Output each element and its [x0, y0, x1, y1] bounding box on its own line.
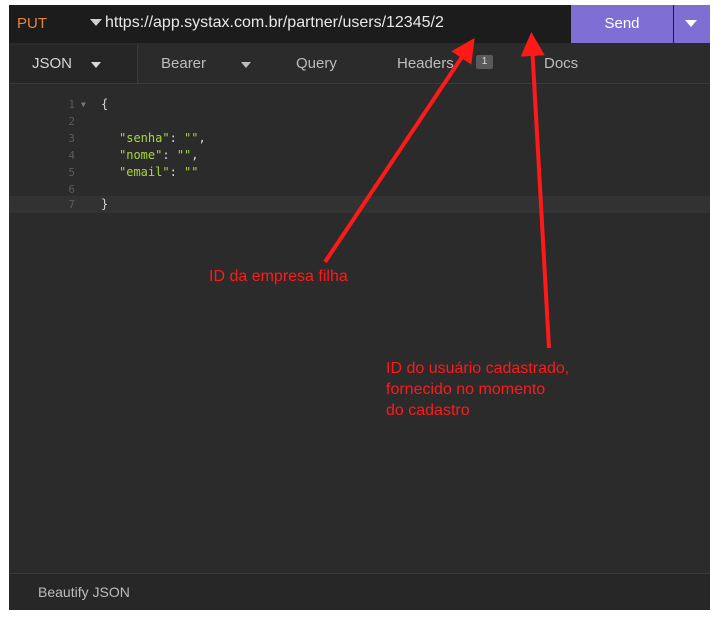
chevron-down-icon: [91, 62, 101, 68]
code-line: 4 "nome": "",: [9, 147, 710, 164]
json-comma: ,: [198, 131, 206, 145]
line-number: 1: [68, 98, 75, 111]
json-key: "senha": [119, 131, 170, 145]
fold-arrow-icon[interactable]: ▼: [81, 96, 86, 113]
send-options-button[interactable]: [674, 5, 710, 43]
tab-auth-bearer[interactable]: Bearer: [161, 45, 251, 83]
code-text: }: [101, 197, 109, 211]
code-line: 1 ▼ {: [9, 96, 710, 113]
code-line: 2: [9, 113, 710, 130]
line-number: 2: [68, 115, 75, 128]
json-value: "": [184, 131, 199, 145]
chevron-down-icon: [241, 62, 251, 68]
tab-label: Bearer: [161, 55, 207, 72]
code-text: "email": "": [119, 165, 199, 179]
json-body-editor[interactable]: 1 ▼ { 2 3 "senha": "", 4 "nome": "", 5 "…: [9, 85, 710, 572]
url-bar: PUT https://app.systax.com.br/partner/us…: [9, 5, 710, 43]
request-tabs: JSON Bearer Query Headers Docs: [9, 45, 710, 84]
line-number: 5: [68, 166, 75, 179]
http-method-selector[interactable]: PUT: [17, 15, 47, 32]
user-id-note-line: do cadastro: [386, 402, 470, 419]
line-number: 3: [68, 132, 75, 145]
user-id-note-line: ID do usuário cadastrado,: [386, 360, 570, 377]
line-number: 7: [68, 198, 75, 211]
json-key: "nome": [119, 148, 163, 162]
tab-docs[interactable]: Docs: [544, 45, 578, 83]
json-comma: ,: [191, 148, 199, 162]
company-id-note: ID da empresa filha: [209, 268, 348, 285]
insomnia-request-panel: PUT https://app.systax.com.br/partner/us…: [9, 5, 710, 610]
send-button[interactable]: Send: [571, 5, 673, 43]
tab-headers[interactable]: Headers: [397, 45, 454, 83]
chevron-down-icon: [685, 20, 697, 27]
code-text: {: [101, 97, 109, 111]
code-text: "nome": "",: [119, 148, 199, 162]
beautify-json-button[interactable]: Beautify JSON: [38, 584, 130, 600]
tab-label: JSON: [32, 55, 73, 72]
tab-body-json[interactable]: JSON: [9, 45, 138, 83]
code-line-active: 7 }: [9, 196, 710, 213]
chevron-down-icon[interactable]: [90, 19, 102, 26]
code-text: "senha": "",: [119, 131, 206, 145]
url-input[interactable]: https://app.systax.com.br/partner/users/…: [105, 14, 444, 32]
code-line: 3 "senha": "",: [9, 130, 710, 147]
user-id-note: ID do usuário cadastrado, fornecido no m…: [386, 358, 569, 421]
json-key: "email": [119, 165, 170, 179]
editor-footer: Beautify JSON: [9, 573, 710, 610]
user-id-note-line: fornecido no momento: [386, 381, 546, 398]
json-value: "": [176, 148, 192, 162]
tab-query[interactable]: Query: [296, 45, 337, 83]
code-line: 5 "email": "": [9, 164, 710, 181]
json-value: "": [184, 165, 199, 179]
line-number: 4: [68, 149, 75, 162]
headers-count-badge: 1: [476, 55, 493, 69]
